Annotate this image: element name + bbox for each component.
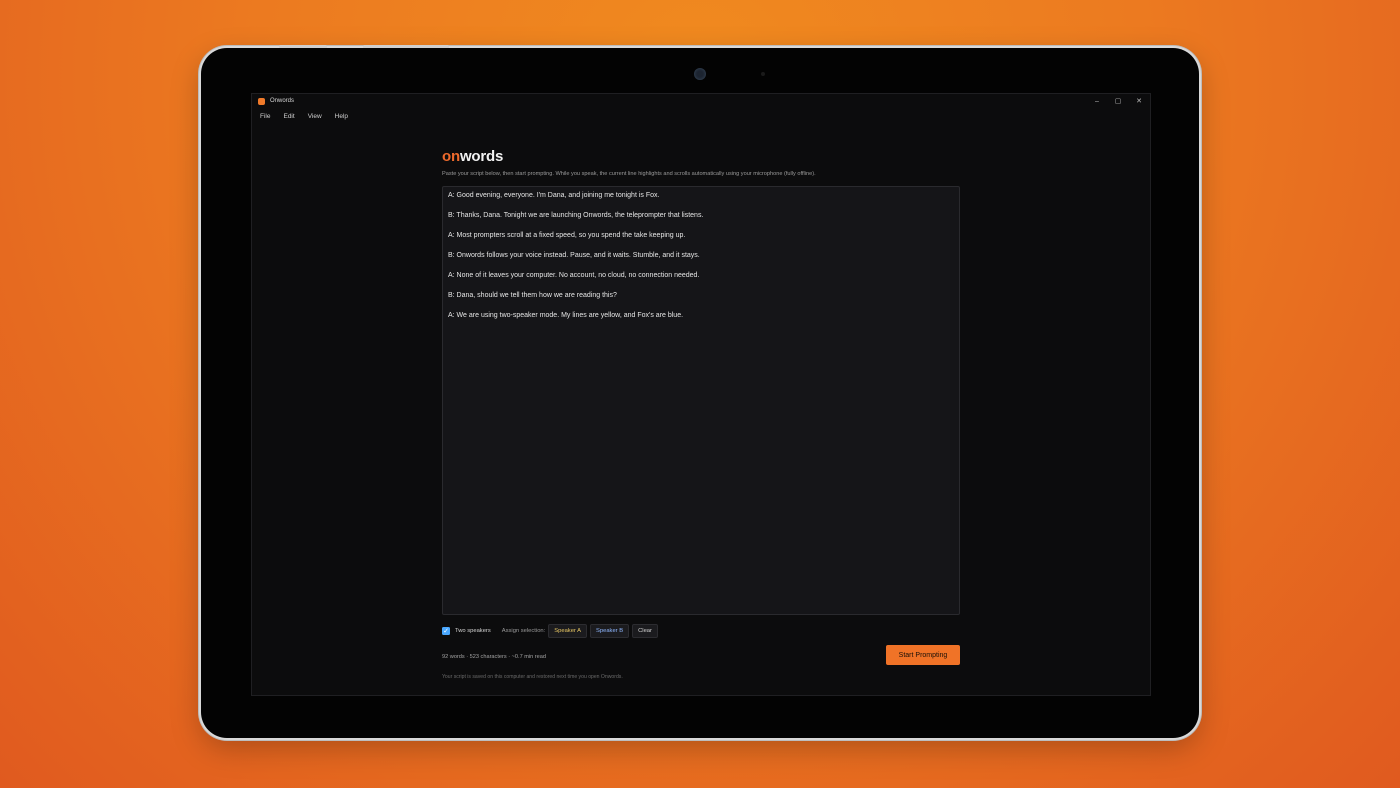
header: onwords Paste your script below, then st…: [442, 148, 962, 177]
save-note: Your script is saved on this computer an…: [442, 674, 623, 680]
maximize-button[interactable]: ▢: [1107, 94, 1129, 108]
assign-selection-label: Assign selection:: [501, 628, 546, 634]
script-line[interactable]: A: Most prompters scroll at a fixed spee…: [448, 232, 685, 239]
script-line[interactable]: A: None of it leaves your computer. No a…: [448, 272, 699, 279]
speaker-controls: ✓ Two speakers Assign selection: Speaker…: [442, 624, 658, 638]
window-title: Onwords: [270, 98, 295, 104]
script-line[interactable]: B: Thanks, Dana. Tonight we are launchin…: [448, 212, 703, 219]
close-button[interactable]: ✕: [1128, 94, 1150, 108]
tablet-device: Onwords – ▢ ✕ File Edit View Help onword…: [201, 45, 1199, 738]
script-line[interactable]: B: Dana, should we tell them how we are …: [448, 292, 617, 299]
app-logo-icon: [258, 97, 265, 105]
script-line[interactable]: A: We are using two-speaker mode. My lin…: [448, 312, 683, 319]
two-speakers-checkbox[interactable]: ✓: [442, 627, 450, 635]
script-line[interactable]: A: Good evening, everyone. I'm Dana, and…: [448, 192, 659, 199]
clear-button[interactable]: Clear: [632, 624, 658, 638]
script-editor[interactable]: A: Good evening, everyone. I'm Dana, and…: [442, 186, 960, 615]
logo-words: words: [459, 148, 504, 165]
menu-file[interactable]: File: [260, 113, 270, 120]
device-button: [279, 45, 327, 48]
menu-help[interactable]: Help: [335, 113, 348, 120]
device-button: [363, 45, 449, 48]
app-logo: onwords: [442, 148, 962, 165]
speaker-b-button[interactable]: Speaker B: [590, 624, 630, 638]
sensor-icon: [761, 72, 765, 76]
camera-icon: [694, 68, 706, 80]
title-bar: Onwords – ▢ ✕: [252, 94, 1150, 108]
logo-on: on: [442, 148, 460, 165]
subtitle: Paste your script below, then start prom…: [442, 171, 816, 177]
speaker-a-button[interactable]: Speaker A: [548, 624, 588, 638]
two-speakers-label[interactable]: Two speakers: [455, 628, 491, 634]
start-prompting-button[interactable]: Start Prompting: [886, 645, 960, 665]
minimize-button[interactable]: –: [1086, 94, 1108, 108]
menu-bar: File Edit View Help: [252, 108, 1150, 125]
script-line[interactable]: B: Onwords follows your voice instead. P…: [448, 252, 700, 259]
menu-edit[interactable]: Edit: [283, 113, 294, 120]
app-window: Onwords – ▢ ✕ File Edit View Help onword…: [251, 93, 1151, 696]
script-stats: 92 words · 523 characters · ~0.7 min rea…: [442, 654, 547, 660]
menu-view[interactable]: View: [308, 113, 322, 120]
